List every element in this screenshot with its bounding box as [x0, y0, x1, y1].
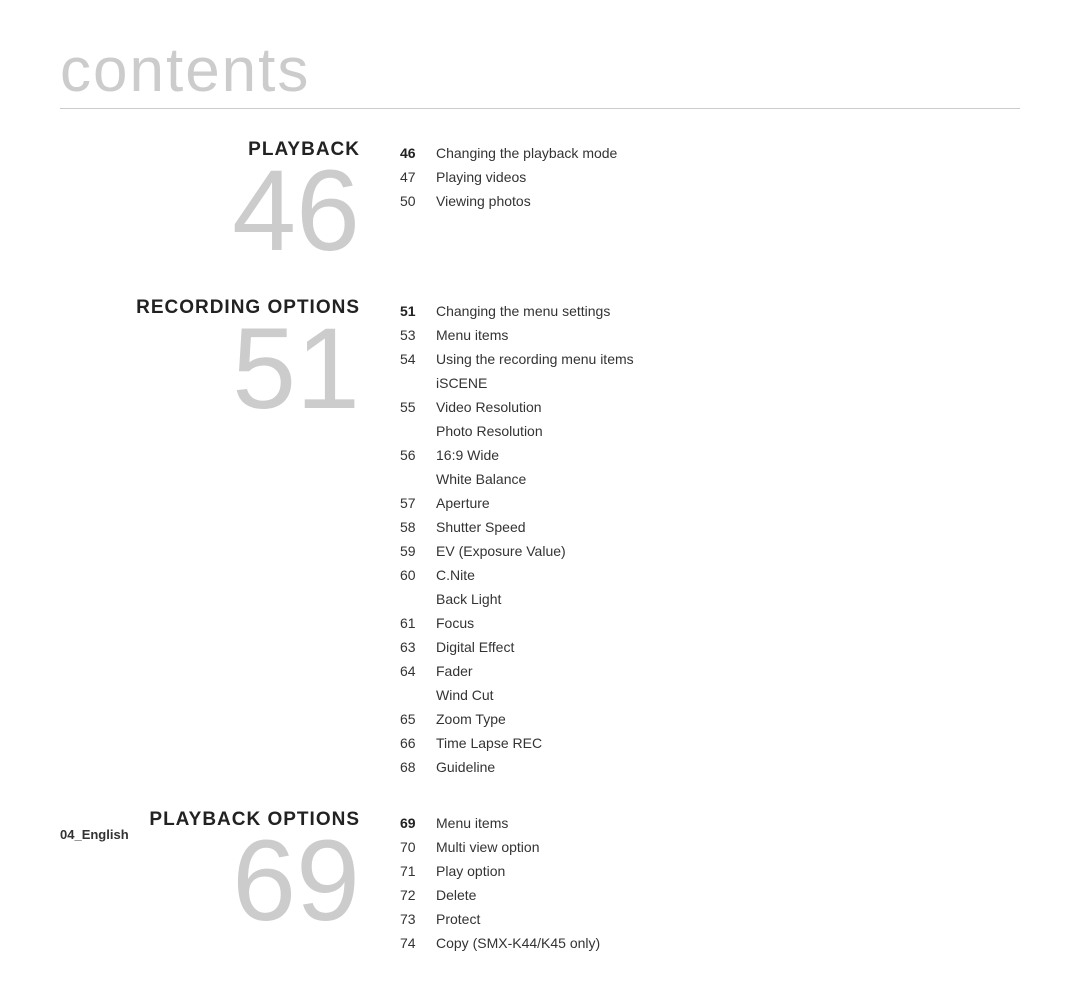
toc-item: 57Aperture [400, 493, 1020, 514]
section-recording-options: RECORDING OPTIONS5151Changing the menu s… [60, 297, 1020, 781]
section-number-playback: 46 [60, 154, 360, 269]
toc-page-number: 59 [400, 541, 436, 562]
toc-item: 53Menu items [400, 325, 1020, 346]
toc-page-number: 66 [400, 733, 436, 754]
toc-page-number: 65 [400, 709, 436, 730]
toc-item: 70Multi view option [400, 837, 1020, 858]
toc-item: 47Playing videos [400, 167, 1020, 188]
toc-item: 50Viewing photos [400, 191, 1020, 212]
toc-item: Wind Cut [400, 685, 1020, 706]
toc-label: Playing videos [436, 167, 526, 188]
toc-item: iSCENE [400, 373, 1020, 394]
section-right-playback-options: 69Menu items70Multi view option71Play op… [400, 809, 1020, 957]
toc-item: 55Video Resolution [400, 397, 1020, 418]
section-number-recording-options: 51 [60, 312, 360, 427]
toc-item: 72Delete [400, 885, 1020, 906]
toc-page-number: 50 [400, 191, 436, 212]
toc-item: 61Focus [400, 613, 1020, 634]
toc-page-number: 57 [400, 493, 436, 514]
toc-label: Viewing photos [436, 191, 531, 212]
toc-page-number: 60 [400, 565, 436, 586]
toc-label: Zoom Type [436, 709, 506, 730]
toc-page-number: 68 [400, 757, 436, 778]
toc-item: 46Changing the playback mode [400, 143, 1020, 164]
toc-label: Play option [436, 861, 505, 882]
section-right-playback: 46Changing the playback mode47Playing vi… [400, 139, 1020, 215]
section-left-recording-options: RECORDING OPTIONS51 [60, 297, 400, 427]
toc-item: White Balance [400, 469, 1020, 490]
toc-item: Photo Resolution [400, 421, 1020, 442]
toc-item: 59EV (Exposure Value) [400, 541, 1020, 562]
toc-label: Wind Cut [436, 685, 494, 706]
content-area: PLAYBACK4646Changing the playback mode47… [60, 139, 1020, 985]
toc-label: Menu items [436, 813, 508, 834]
toc-page-number: 63 [400, 637, 436, 658]
toc-label: Copy (SMX-K44/K45 only) [436, 933, 600, 954]
toc-item: 66Time Lapse REC [400, 733, 1020, 754]
toc-item: 74Copy (SMX-K44/K45 only) [400, 933, 1020, 954]
toc-item: 60C.Nite [400, 565, 1020, 586]
toc-label: Time Lapse REC [436, 733, 542, 754]
toc-label: Changing the menu settings [436, 301, 610, 322]
toc-page-number: 56 [400, 445, 436, 466]
toc-page-number: 71 [400, 861, 436, 882]
toc-label: Aperture [436, 493, 490, 514]
toc-label: Menu items [436, 325, 508, 346]
footer: 04_English [60, 827, 129, 842]
page: contents PLAYBACK4646Changing the playba… [0, 0, 1080, 866]
title-section: contents [60, 40, 1020, 109]
toc-label: Guideline [436, 757, 495, 778]
toc-page-number: 64 [400, 661, 436, 682]
toc-label: Back Light [436, 589, 501, 610]
toc-page-number: 53 [400, 325, 436, 346]
toc-label: Video Resolution [436, 397, 542, 418]
toc-page-number: 55 [400, 397, 436, 418]
toc-label: C.Nite [436, 565, 475, 586]
toc-label: Focus [436, 613, 474, 634]
toc-item: 71Play option [400, 861, 1020, 882]
toc-page-number: 69 [400, 813, 436, 834]
section-right-recording-options: 51Changing the menu settings53Menu items… [400, 297, 1020, 781]
toc-label: Delete [436, 885, 476, 906]
toc-label: White Balance [436, 469, 526, 490]
toc-label: Shutter Speed [436, 517, 526, 538]
toc-page-number: 46 [400, 143, 436, 164]
toc-item: 58Shutter Speed [400, 517, 1020, 538]
page-title: contents [60, 40, 1020, 102]
toc-page-number: 47 [400, 167, 436, 188]
toc-page-number: 72 [400, 885, 436, 906]
title-divider [60, 108, 1020, 109]
toc-item: 5616:9 Wide [400, 445, 1020, 466]
toc-item: 68Guideline [400, 757, 1020, 778]
toc-item: 73Protect [400, 909, 1020, 930]
toc-page-number: 73 [400, 909, 436, 930]
footer-text: 04_English [60, 827, 129, 842]
toc-item: 64Fader [400, 661, 1020, 682]
toc-item: Back Light [400, 589, 1020, 610]
toc-label: Multi view option [436, 837, 540, 858]
toc-page-number: 54 [400, 349, 436, 370]
section-playback-options: PLAYBACK OPTIONS6969Menu items70Multi vi… [60, 809, 1020, 957]
toc-label: iSCENE [436, 373, 487, 394]
section-left-playback: PLAYBACK46 [60, 139, 400, 269]
toc-page-number: 70 [400, 837, 436, 858]
toc-label: 16:9 Wide [436, 445, 499, 466]
toc-page-number: 51 [400, 301, 436, 322]
toc-page-number: 58 [400, 517, 436, 538]
toc-label: Photo Resolution [436, 421, 543, 442]
toc-label: Protect [436, 909, 480, 930]
section-playback: PLAYBACK4646Changing the playback mode47… [60, 139, 1020, 269]
toc-item: 54Using the recording menu items [400, 349, 1020, 370]
toc-label: Digital Effect [436, 637, 514, 658]
toc-label: Using the recording menu items [436, 349, 634, 370]
toc-label: Fader [436, 661, 473, 682]
toc-item: 63Digital Effect [400, 637, 1020, 658]
toc-item: 51Changing the menu settings [400, 301, 1020, 322]
toc-page-number: 74 [400, 933, 436, 954]
toc-label: Changing the playback mode [436, 143, 617, 164]
toc-item: 69Menu items [400, 813, 1020, 834]
toc-page-number: 61 [400, 613, 436, 634]
toc-item: 65Zoom Type [400, 709, 1020, 730]
toc-label: EV (Exposure Value) [436, 541, 566, 562]
